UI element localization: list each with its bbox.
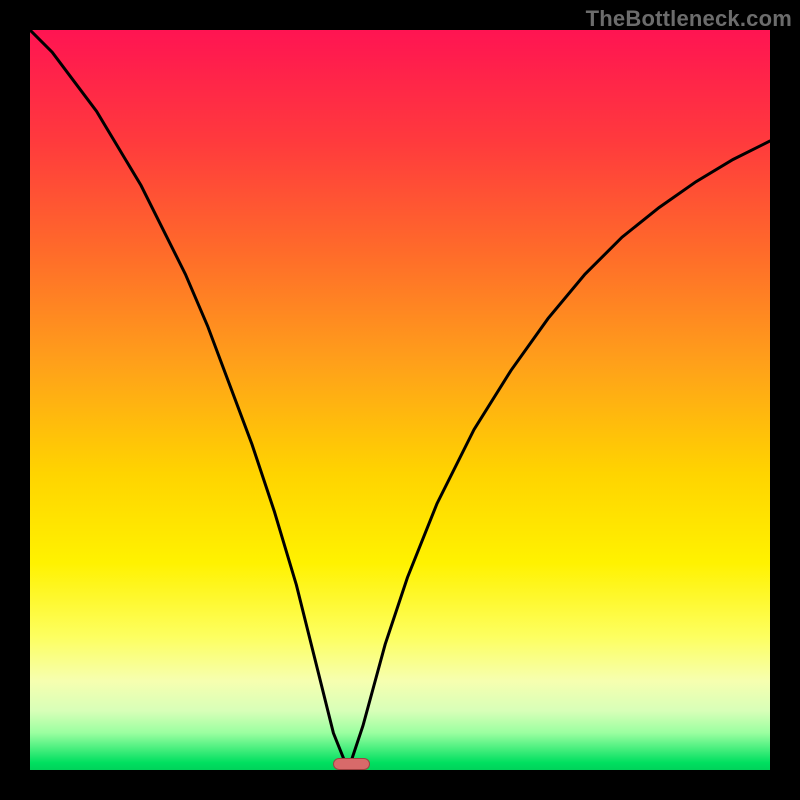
plot-area xyxy=(30,30,770,770)
bottleneck-curve xyxy=(30,30,770,770)
optimal-marker xyxy=(333,758,370,770)
watermark-text: TheBottleneck.com xyxy=(586,6,792,32)
chart-frame: TheBottleneck.com xyxy=(0,0,800,800)
